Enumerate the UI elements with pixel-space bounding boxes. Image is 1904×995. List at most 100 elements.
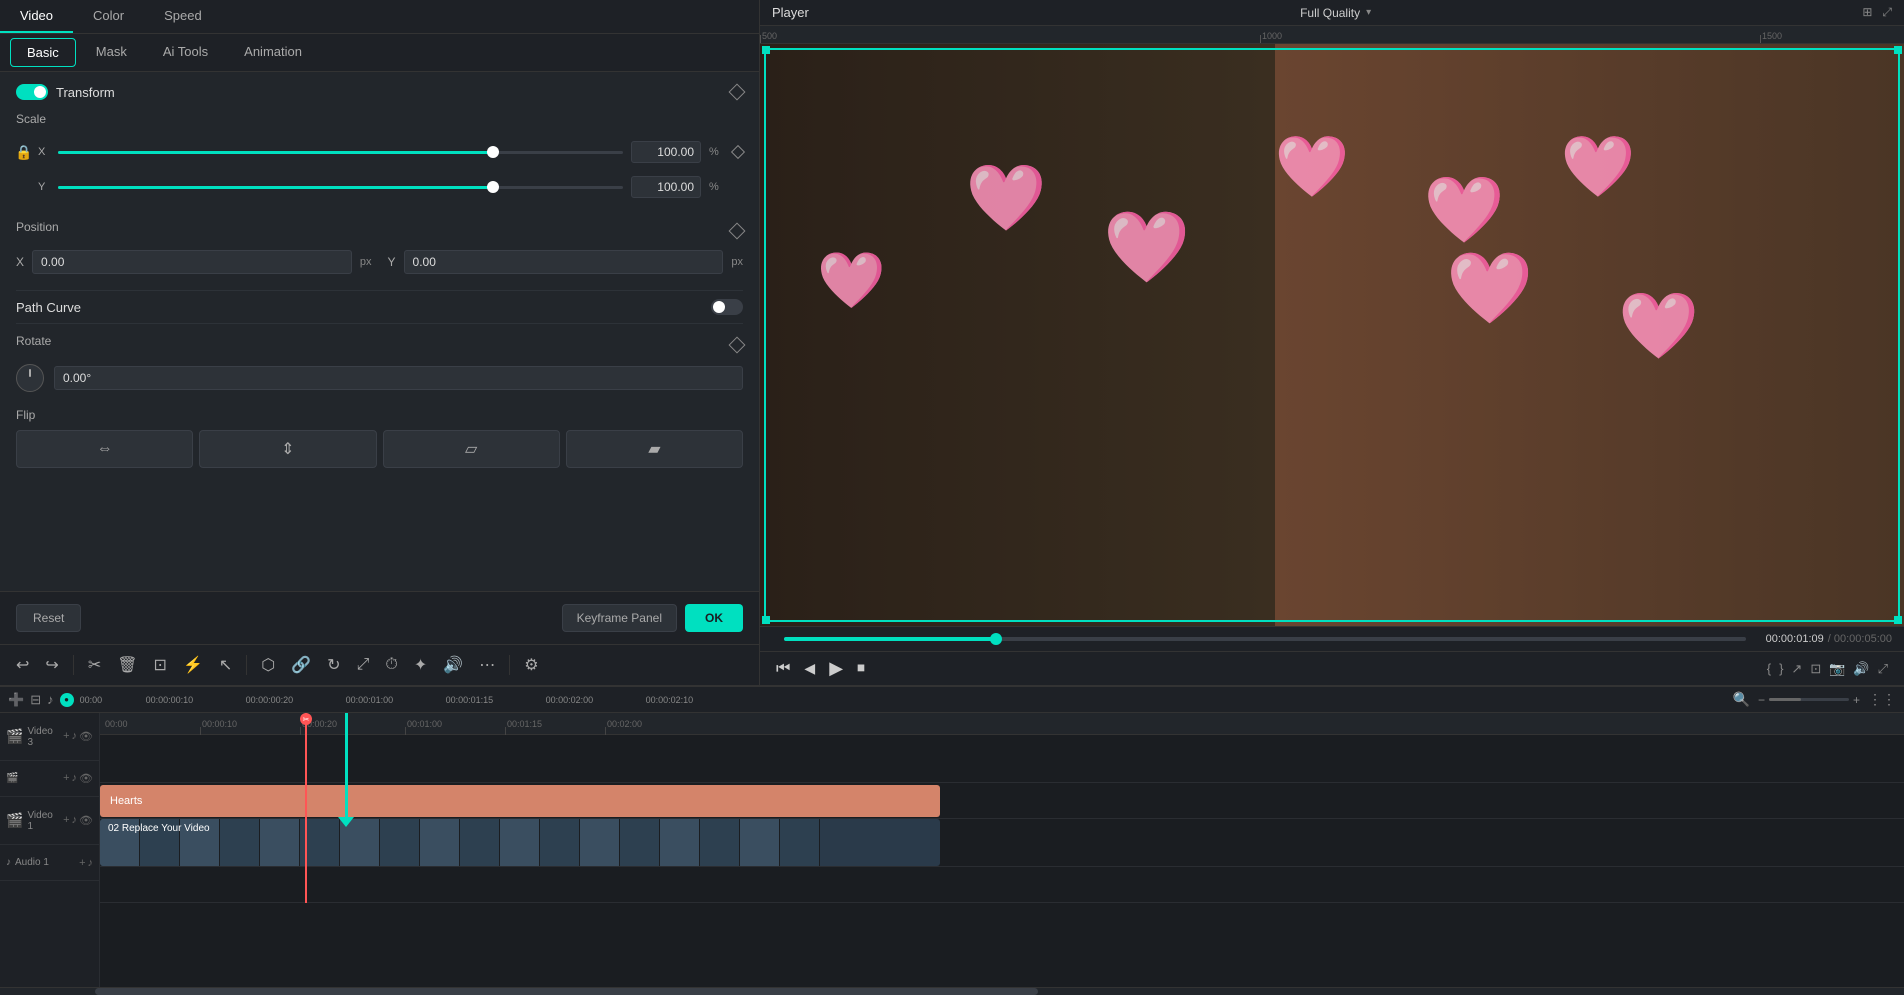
- svg-text:00:00: 00:00: [105, 719, 128, 729]
- grid-view-icon[interactable]: ⊞: [1862, 5, 1872, 20]
- rotate-dial[interactable]: [16, 364, 44, 392]
- scale-x-keyframe[interactable]: [731, 145, 745, 159]
- handle-bl[interactable]: [762, 616, 770, 624]
- rotate-btn[interactable]: ↻: [321, 651, 346, 679]
- sub-tab-bar: Basic Mask Ai Tools Animation: [0, 34, 759, 72]
- zoom-plus-icon[interactable]: +: [1853, 693, 1860, 707]
- handle-tr[interactable]: [1894, 46, 1902, 54]
- zoom-in-btn[interactable]: 🔍: [1733, 691, 1750, 708]
- timeline-add-btn[interactable]: ➕: [8, 692, 24, 708]
- audio-btn[interactable]: 🔊: [437, 651, 469, 679]
- rotate-input[interactable]: [54, 366, 743, 390]
- frame-back-btn[interactable]: ◀: [804, 660, 815, 677]
- video1-clip[interactable]: 02 Replace Your Video: [100, 819, 940, 866]
- link-btn[interactable]: 🔗: [285, 651, 317, 679]
- trim-btn[interactable]: ⊡: [148, 651, 173, 679]
- timeline-music-btn[interactable]: ♪: [47, 692, 54, 707]
- volume-btn[interactable]: 🔊: [1853, 661, 1869, 677]
- audio1-add[interactable]: +: [79, 857, 85, 869]
- keyframe-panel-button[interactable]: Keyframe Panel: [562, 604, 677, 632]
- export-frame-btn[interactable]: ↗: [1791, 661, 1802, 677]
- timeline-scrollbar[interactable]: [0, 987, 1904, 995]
- audio1-vol[interactable]: ♪: [88, 857, 94, 869]
- delete-btn[interactable]: 🗑: [111, 651, 143, 679]
- progress-thumb[interactable]: [990, 633, 1002, 645]
- hearts-clip-label: Hearts: [110, 795, 142, 807]
- transform-switch[interactable]: [16, 84, 48, 100]
- crop-btn[interactable]: ⬡: [255, 651, 281, 679]
- cut-btn[interactable]: ✂: [82, 651, 107, 679]
- more-btn[interactable]: ⋯: [473, 651, 501, 679]
- grid-btn[interactable]: ⋮⋮: [1868, 691, 1896, 708]
- flip-horizontal-btn[interactable]: ⇔: [16, 430, 193, 468]
- ok-button[interactable]: OK: [685, 604, 743, 632]
- scroll-thumb[interactable]: [95, 988, 1037, 995]
- tab-color[interactable]: Color: [73, 0, 144, 33]
- action-row: Reset Keyframe Panel OK: [0, 591, 759, 644]
- pip-btn[interactable]: ⊡: [1810, 661, 1821, 677]
- split-btn[interactable]: ⚡: [177, 651, 209, 679]
- position-keyframe[interactable]: [729, 223, 746, 240]
- tab-ai-tools[interactable]: Ai Tools: [145, 34, 226, 71]
- stop-btn[interactable]: ⏹: [857, 660, 865, 678]
- tab-basic[interactable]: Basic: [10, 38, 76, 67]
- in-mark-btn[interactable]: {: [1767, 661, 1771, 676]
- flip-btn-3[interactable]: ▱: [383, 430, 560, 468]
- svg-text:1000: 1000: [1262, 31, 1282, 41]
- divider-3: [509, 655, 510, 675]
- handle-br[interactable]: [1894, 616, 1902, 624]
- snapshot-btn[interactable]: 📷: [1829, 661, 1845, 677]
- scale-x-input[interactable]: [631, 141, 701, 163]
- flip-vertical-btn[interactable]: ⇕: [199, 430, 376, 468]
- reset-button[interactable]: Reset: [16, 604, 81, 632]
- flip-tool-btn[interactable]: ⤢: [351, 652, 376, 678]
- handle-tl[interactable]: [762, 46, 770, 54]
- rotate-keyframe[interactable]: [729, 337, 746, 354]
- rotate-group: Rotate: [16, 334, 743, 392]
- step-back-btn[interactable]: ⏮: [776, 660, 790, 678]
- out-mark-btn[interactable]: }: [1779, 661, 1783, 676]
- transform-keyframe-icon[interactable]: [729, 84, 746, 101]
- path-curve-toggle[interactable]: [711, 299, 743, 315]
- video3-eye[interactable]: 👁: [79, 730, 93, 743]
- keyframe-ok-group: Keyframe Panel OK: [562, 604, 743, 632]
- scale-y-input[interactable]: [631, 176, 701, 198]
- zoom-minus-icon[interactable]: −: [1758, 693, 1765, 707]
- timeline-track-btn[interactable]: ⊟: [30, 692, 41, 708]
- tab-video[interactable]: Video: [0, 0, 73, 33]
- tab-animation[interactable]: Animation: [226, 34, 320, 71]
- tab-speed[interactable]: Speed: [144, 0, 222, 33]
- zoom-slider[interactable]: [1769, 698, 1849, 701]
- settings-btn[interactable]: ⚙: [518, 651, 544, 679]
- undo-btn[interactable]: ↩: [10, 651, 35, 679]
- video1-eye[interactable]: 👁: [79, 814, 93, 827]
- video1-add[interactable]: +: [63, 814, 69, 827]
- transform-toggle[interactable]: Transform: [16, 84, 115, 100]
- scale-y-label: Y: [38, 181, 50, 193]
- video1-vol[interactable]: ♪: [72, 814, 78, 827]
- effect-btn[interactable]: ✦: [408, 651, 433, 679]
- expand-icon[interactable]: ⤢: [1882, 5, 1892, 20]
- position-y-input[interactable]: [404, 250, 724, 274]
- video3-add[interactable]: +: [63, 730, 69, 743]
- speed-btn[interactable]: ⏱: [379, 652, 403, 678]
- hearts-track[interactable]: Hearts: [100, 783, 1904, 819]
- scale-y-slider[interactable]: [58, 186, 623, 189]
- hearts-vol[interactable]: ♪: [72, 772, 78, 785]
- cursor-btn[interactable]: ↖: [213, 651, 238, 679]
- redo-btn[interactable]: ↪: [39, 651, 64, 679]
- video3-vol[interactable]: ♪: [72, 730, 78, 743]
- timeline-header-ruler: 00:00 00:00:00:10 00:00:00:20 00:00:01:0…: [80, 695, 1727, 705]
- hearts-eye[interactable]: 👁: [79, 772, 93, 785]
- flip-btn-4[interactable]: ▰: [566, 430, 743, 468]
- quality-selector[interactable]: Full Quality ▾: [1300, 6, 1371, 20]
- tab-mask[interactable]: Mask: [78, 34, 145, 71]
- lock-icon[interactable]: 🔒: [16, 134, 32, 170]
- fullscreen-btn[interactable]: ⤢: [1878, 661, 1888, 677]
- hearts-add[interactable]: +: [63, 772, 69, 785]
- scale-x-slider[interactable]: [58, 151, 623, 154]
- play-btn[interactable]: ▶: [829, 658, 843, 679]
- hearts-clip[interactable]: Hearts: [100, 785, 940, 817]
- position-x-input[interactable]: [32, 250, 352, 274]
- video-progress-bar[interactable]: [784, 637, 1746, 641]
